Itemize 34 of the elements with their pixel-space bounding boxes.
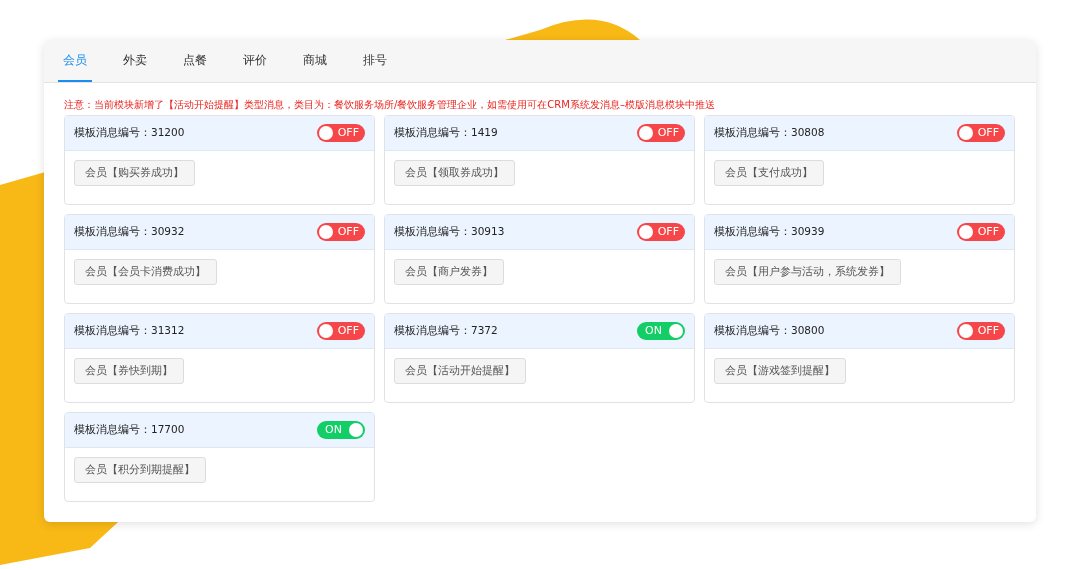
- tab[interactable]: 外卖: [118, 40, 152, 82]
- template-button[interactable]: 会员【游戏签到提醒】: [714, 358, 846, 384]
- toggle-switch[interactable]: OFF: [317, 223, 365, 241]
- template-number: 模板消息编号：7372: [394, 324, 498, 338]
- toggle-switch[interactable]: OFF: [317, 124, 365, 142]
- template-number: 模板消息编号：31312: [74, 324, 185, 338]
- template-number: 模板消息编号：1419: [394, 126, 498, 140]
- tab[interactable]: 点餐: [178, 40, 212, 82]
- tab[interactable]: 商城: [298, 40, 332, 82]
- template-button[interactable]: 会员【商户发券】: [394, 259, 504, 285]
- template-button[interactable]: 会员【购买券成功】: [74, 160, 195, 186]
- template-button[interactable]: 会员【积分到期提醒】: [74, 457, 206, 483]
- toggle-switch[interactable]: OFF: [317, 322, 365, 340]
- template-number: 模板消息编号：17700: [74, 423, 185, 437]
- template-number: 模板消息编号：30800: [714, 324, 825, 338]
- toggle-switch[interactable]: OFF: [957, 322, 1005, 340]
- template-button[interactable]: 会员【领取券成功】: [394, 160, 515, 186]
- tab[interactable]: 排号: [358, 40, 392, 82]
- template-button[interactable]: 会员【用户参与活动，系统发券】: [714, 259, 901, 285]
- template-button[interactable]: 会员【支付成功】: [714, 160, 824, 186]
- toggle-switch[interactable]: OFF: [957, 124, 1005, 142]
- template-number: 模板消息编号：30913: [394, 225, 505, 239]
- toggle-switch[interactable]: OFF: [957, 223, 1005, 241]
- tab[interactable]: 评价: [238, 40, 272, 82]
- template-number: 模板消息编号：30939: [714, 225, 825, 239]
- template-number: 模板消息编号：30808: [714, 126, 825, 140]
- toggle-switch[interactable]: OFF: [637, 223, 685, 241]
- toggle-switch[interactable]: OFF: [637, 124, 685, 142]
- notice-text: 注意：当前模块新增了【活动开始提醒】类型消息，类目为：餐饮服务场所/餐饮服务管理企业，如需使用可在CRM系统发消息–模版消息模块中推送: [64, 98, 716, 112]
- template-button[interactable]: 会员【会员卡消费成功】: [74, 259, 217, 285]
- template-button[interactable]: 会员【活动开始提醒】: [394, 358, 526, 384]
- template-number: 模板消息编号：31200: [74, 126, 185, 140]
- template-number: 模板消息编号：30932: [74, 225, 185, 239]
- template-button[interactable]: 会员【券快到期】: [74, 358, 184, 384]
